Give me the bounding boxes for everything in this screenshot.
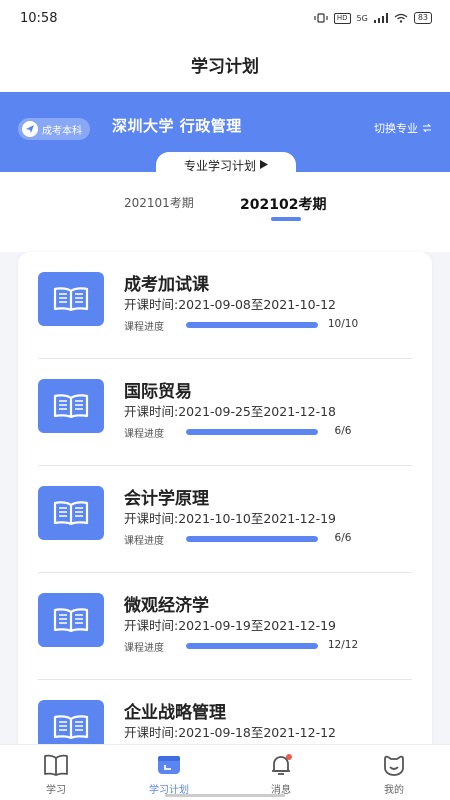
book-icon <box>40 751 72 779</box>
course-date: 开课时间:2021-09-08至2021-10-12 <box>124 297 336 312</box>
swap-icon <box>422 122 432 135</box>
plan-tab-label: 专业学习计划 <box>183 158 256 173</box>
home-indicator <box>165 794 285 797</box>
hd-badge: HD <box>333 12 351 24</box>
switch-major-button[interactable]: 切换专业 <box>374 120 432 136</box>
battery-icon: 83 <box>413 12 432 24</box>
open-book-icon <box>38 486 104 540</box>
progress-label: 课程进度 <box>124 429 164 440</box>
nav-item-study[interactable]: 学习 <box>16 751 96 799</box>
progress-count: 6/6 <box>334 532 352 544</box>
progress-label: 课程进度 <box>124 322 164 333</box>
progress-count: 6/6 <box>334 425 352 437</box>
progress-fill <box>186 536 318 542</box>
course-date: 开课时间:2021-09-19至2021-12-19 <box>124 618 336 633</box>
nav-item-messages[interactable]: 消息 <box>241 751 321 799</box>
course-title: 企业战略管理 <box>124 703 226 723</box>
title-bar: 学习计划 <box>0 36 450 92</box>
signal-icon <box>373 13 388 23</box>
status-icons: HD 5G 83 <box>314 12 432 24</box>
progress-fill <box>186 429 318 435</box>
course-title: 微观经济学 <box>124 596 209 616</box>
vibrate-icon <box>314 13 328 23</box>
course-item[interactable]: 成考加试课 开课时间:2021-09-08至2021-10-12 课程进度 10… <box>38 252 412 359</box>
switch-major-label: 切换专业 <box>374 122 418 135</box>
progress-fill <box>186 322 318 328</box>
progress-bar <box>186 322 318 328</box>
course-list: 成考加试课 开课时间:2021-09-08至2021-10-12 课程进度 10… <box>18 252 432 800</box>
course-item[interactable]: 国际贸易 开课时间:2021-09-25至2021-12-18 课程进度 6/6 <box>38 359 412 466</box>
course-title: 成考加试课 <box>124 275 209 295</box>
course-date: 开课时间:2021-09-25至2021-12-18 <box>124 404 336 419</box>
wifi-icon <box>394 13 408 23</box>
open-book-icon <box>38 379 104 433</box>
course-date: 开课时间:2021-09-18至2021-12-12 <box>124 725 336 740</box>
bottom-nav: 学习 学习计划 消息 我的 <box>0 744 450 800</box>
major-name: 深圳大学 行政管理 <box>112 117 242 135</box>
course-item[interactable]: 会计学原理 开课时间:2021-10-10至2021-12-19 课程进度 6/… <box>38 466 412 573</box>
open-book-icon <box>38 593 104 647</box>
level-label: 成考本科 <box>42 125 82 137</box>
progress-bar <box>186 536 318 542</box>
status-time: 10:58 <box>20 10 58 26</box>
major-banner: 成考本科 深圳大学 行政管理 切换专业 专业学习计划 <box>0 92 450 178</box>
course-title: 会计学原理 <box>124 489 209 509</box>
nav-label: 我的 <box>384 785 404 796</box>
progress-fill <box>186 643 318 649</box>
nav-item-profile[interactable]: 我的 <box>354 751 434 799</box>
tab-term-202101[interactable]: 202101考期 <box>124 194 194 211</box>
calendar-icon <box>153 751 185 779</box>
active-tab-indicator <box>271 217 301 221</box>
progress-label: 课程进度 <box>124 536 164 547</box>
open-book-icon <box>38 272 104 326</box>
paper-plane-icon <box>22 121 38 137</box>
progress-bar <box>186 429 318 435</box>
network-label: 5G <box>356 13 368 23</box>
nav-label: 学习 <box>46 785 66 796</box>
profile-icon <box>378 751 410 779</box>
progress-count: 12/12 <box>327 639 359 651</box>
course-item[interactable]: 微观经济学 开课时间:2021-09-19至2021-12-19 课程进度 12… <box>38 573 412 680</box>
course-title: 国际贸易 <box>124 382 192 402</box>
play-triangle-icon <box>260 158 268 172</box>
level-badge: 成考本科 <box>18 118 90 140</box>
term-tabs: 202101考期 202102考期 <box>0 172 450 252</box>
status-bar: 10:58 HD 5G 83 <box>0 0 450 36</box>
progress-label: 课程进度 <box>124 643 164 654</box>
progress-bar <box>186 643 318 649</box>
nav-item-plan[interactable]: 学习计划 <box>129 751 209 799</box>
course-date: 开课时间:2021-10-10至2021-12-19 <box>124 511 336 526</box>
progress-count: 10/10 <box>327 318 359 330</box>
page-title: 学习计划 <box>191 56 259 77</box>
tab-term-202102[interactable]: 202102考期 <box>240 194 326 214</box>
bell-icon <box>265 751 297 779</box>
